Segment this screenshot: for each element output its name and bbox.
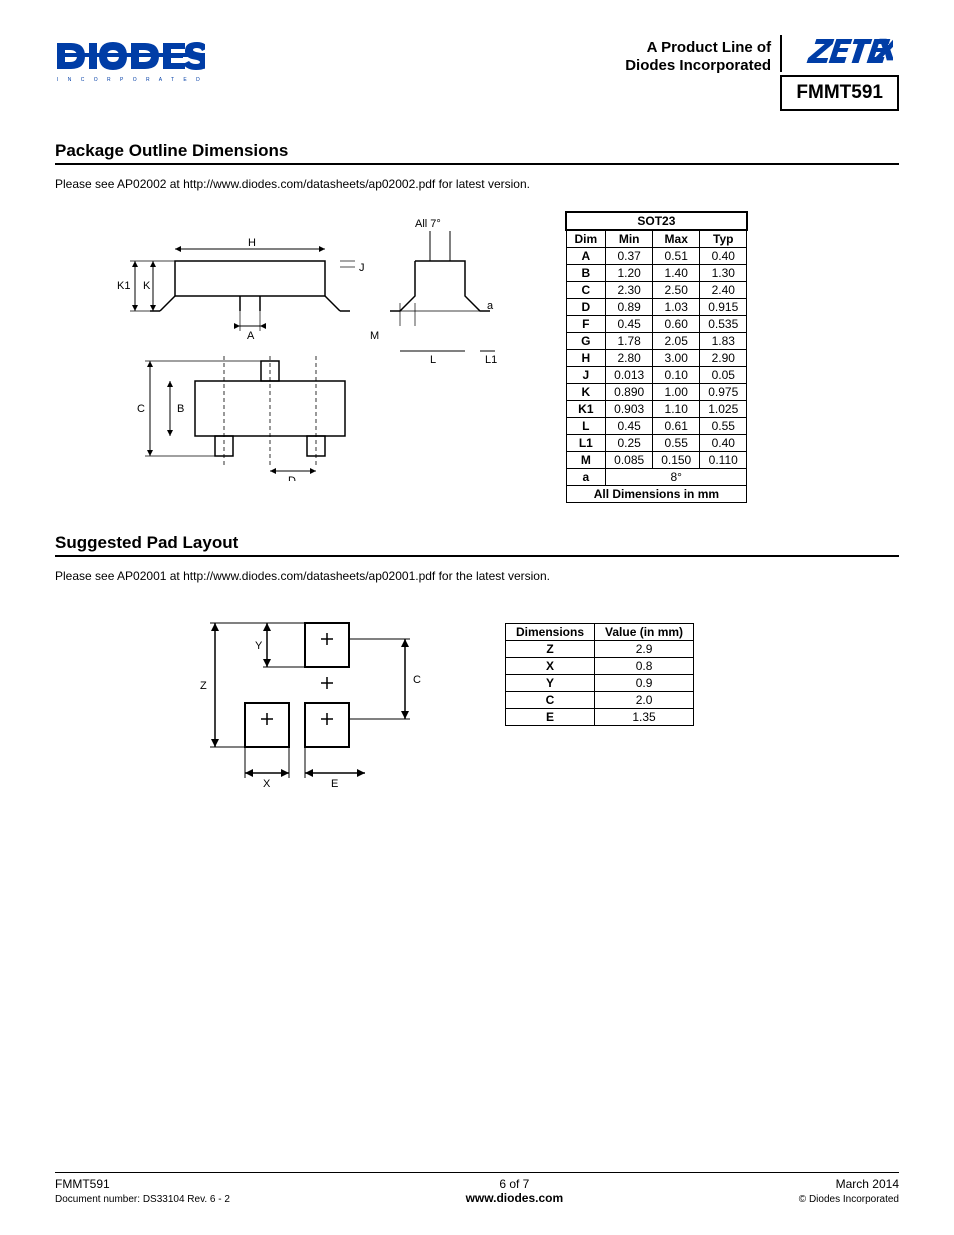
svg-text:K1: K1: [117, 280, 130, 292]
part-number-box: FMMT591: [780, 75, 899, 111]
table-row: C2.0: [506, 692, 694, 709]
table-row: J0.0130.100.05: [566, 367, 747, 384]
svg-text:J: J: [359, 262, 365, 274]
tagline-line2: Diodes Incorporated: [625, 57, 771, 74]
label-all7: All 7°: [415, 218, 441, 230]
table-row: B1.201.401.30: [566, 265, 747, 282]
zetex-block: FMMT591: [780, 35, 899, 111]
diodes-logo: I N C O R P O R A T E D ®: [55, 35, 205, 85]
svg-text:I N C O R P O R A T E D: I N C O R P O R A T E D: [57, 77, 204, 83]
header-right: A Product Line of Diodes Incorporated: [625, 35, 899, 111]
svg-text:M: M: [370, 330, 379, 342]
table-row: L10.250.550.40: [566, 435, 747, 452]
footer-copyright: © Diodes Incorporated: [799, 1194, 899, 1205]
pad-layout-diagram: Z Y C X: [185, 603, 445, 796]
svg-text:L1: L1: [485, 354, 497, 366]
svg-text:X: X: [263, 778, 271, 790]
table-row: M0.0850.1500.110: [566, 452, 747, 469]
svg-text:L: L: [430, 354, 436, 366]
table-row: D0.891.030.915: [566, 299, 747, 316]
zetex-logo: [780, 35, 899, 72]
row-a-val: 8°: [606, 469, 747, 486]
package-outline-diagram: All 7° H: [105, 211, 505, 484]
svg-text:D: D: [288, 475, 296, 481]
table-row: C2.302.502.40: [566, 282, 747, 299]
row-a-dim: a: [566, 469, 606, 486]
col-val: Value (in mm): [595, 624, 694, 641]
table-row: G1.782.051.83: [566, 333, 747, 350]
table-row: X0.8: [506, 658, 694, 675]
footer-part: FMMT591: [55, 1177, 110, 1191]
table-row: E1.35: [506, 709, 694, 726]
section-note-package: Please see AP02002 at http://www.diodes.…: [55, 177, 899, 191]
section-note-pad: Please see AP02001 at http://www.diodes.…: [55, 569, 899, 583]
svg-text:Y: Y: [255, 640, 263, 652]
table-row: H2.803.002.90: [566, 350, 747, 367]
pad-dimensions-table: Dimensions Value (in mm) Z2.9X0.8Y0.9C2.…: [505, 623, 694, 726]
tagline-line1: A Product Line of: [647, 39, 771, 56]
package-dimensions-table: SOT23 Dim Min Max Typ A0.370.510.40B1.20…: [565, 211, 748, 503]
col-dim: Dim: [566, 230, 606, 248]
footer-url: www.diodes.com: [466, 1191, 564, 1205]
page: I N C O R P O R A T E D ® A Product Line…: [0, 0, 954, 1235]
tagline: A Product Line of Diodes Incorporated: [625, 39, 771, 75]
section-title-pad: Suggested Pad Layout: [55, 533, 899, 557]
footer-left: FMMT591 Document number: DS33104 Rev. 6 …: [55, 1177, 230, 1205]
package-content-row: All 7° H: [55, 211, 899, 503]
table-row: F0.450.600.535: [566, 316, 747, 333]
svg-text:K: K: [143, 280, 151, 292]
svg-text:C: C: [137, 403, 145, 415]
footer-docnum: Document number: DS33104 Rev. 6 - 2: [55, 1194, 230, 1205]
table-row: K0.8901.000.975: [566, 384, 747, 401]
section-title-package: Package Outline Dimensions: [55, 141, 899, 165]
svg-text:A: A: [247, 330, 255, 342]
page-header: I N C O R P O R A T E D ® A Product Line…: [55, 35, 899, 111]
col-dim: Dimensions: [506, 624, 595, 641]
svg-text:B: B: [177, 403, 184, 415]
page-footer: FMMT591 Document number: DS33104 Rev. 6 …: [55, 1172, 899, 1205]
footer-page: 6 of 7: [499, 1177, 529, 1191]
table-row: A0.370.510.40: [566, 248, 747, 265]
footer-center: 6 of 7 www.diodes.com: [466, 1177, 564, 1205]
pad-content-row: Z Y C X: [55, 603, 899, 796]
svg-text:a: a: [487, 300, 494, 312]
svg-text:E: E: [331, 778, 338, 790]
svg-text:C: C: [413, 674, 421, 686]
table-row: K10.9031.101.025: [566, 401, 747, 418]
table-title: SOT23: [566, 212, 747, 230]
footer-date: March 2014: [836, 1177, 899, 1191]
table-row: L0.450.610.55: [566, 418, 747, 435]
col-min: Min: [606, 230, 653, 248]
table-row: Z2.9: [506, 641, 694, 658]
table-footer: All Dimensions in mm: [566, 486, 747, 503]
svg-text:Z: Z: [200, 680, 207, 692]
footer-right: March 2014 © Diodes Incorporated: [799, 1177, 899, 1205]
table-row: Y0.9: [506, 675, 694, 692]
col-typ: Typ: [700, 230, 747, 248]
svg-text:®: ®: [202, 63, 205, 71]
col-max: Max: [653, 230, 700, 248]
svg-text:H: H: [248, 237, 256, 249]
